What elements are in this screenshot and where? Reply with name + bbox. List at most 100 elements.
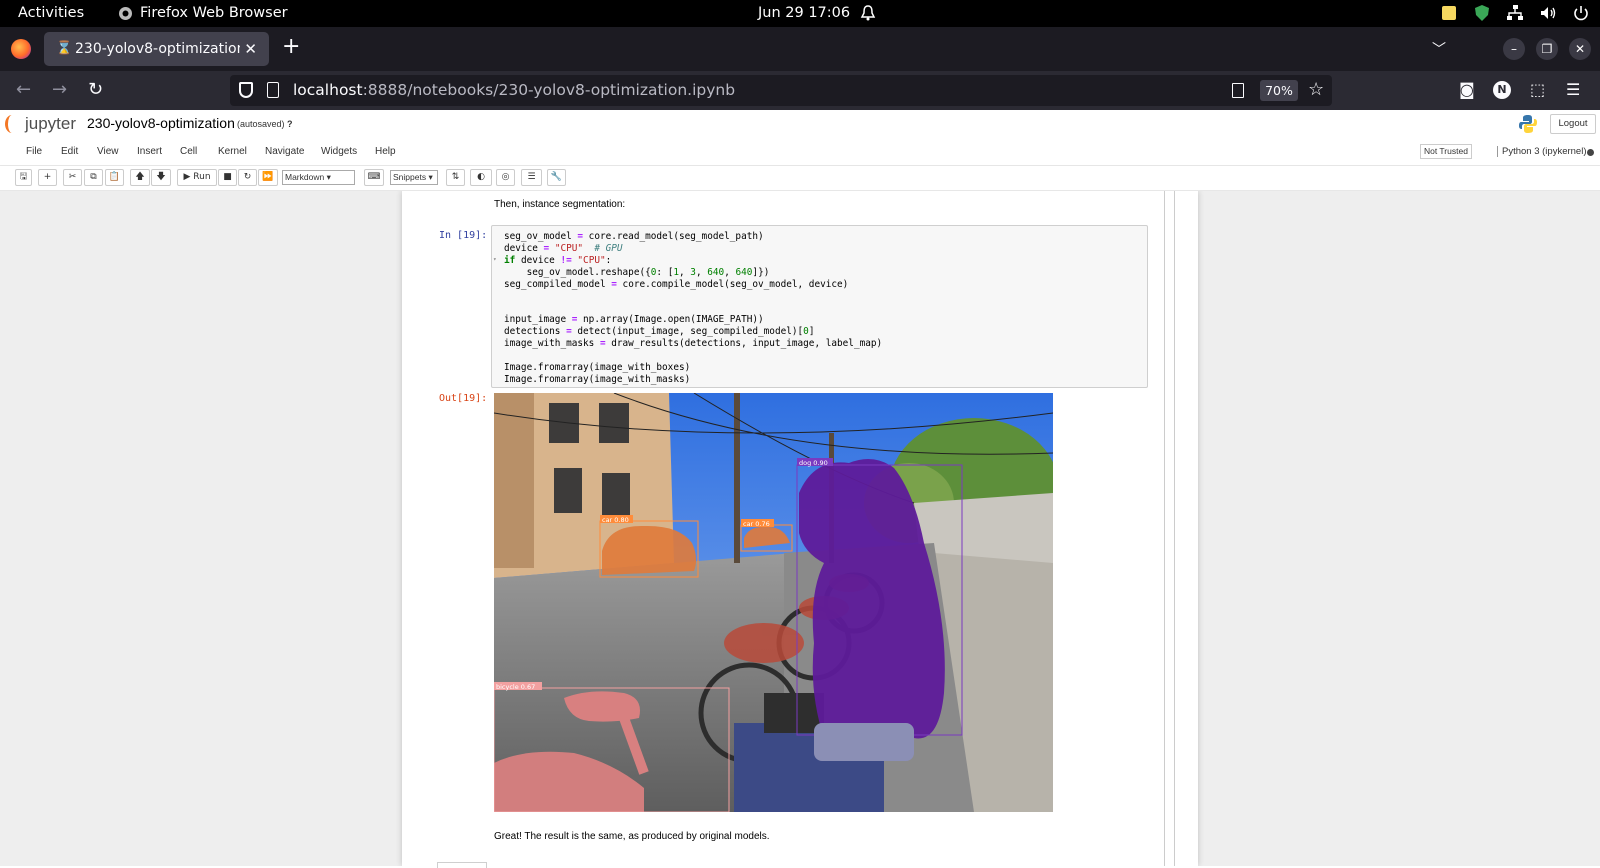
table-of-contents-icon[interactable]: ☰	[521, 169, 542, 186]
notification-bell-icon[interactable]	[860, 4, 876, 22]
app-menu[interactable]: Firefox Web Browser	[118, 5, 288, 21]
bookmark-star-icon[interactable]: ☆	[1308, 79, 1324, 100]
notebook-toolbar: 🖫 + ✂ ⧉ 📋 🡅 🡇 ▶ Run ■ ↻ ⏩ Markdown ▾ ⌨ S…	[0, 166, 1600, 191]
power-icon[interactable]	[1572, 4, 1590, 22]
notes-icon[interactable]	[1440, 4, 1458, 22]
paste-icon[interactable]: 📋	[105, 169, 124, 186]
command-palette-icon[interactable]: ⌨	[364, 169, 384, 186]
reader-view-icon[interactable]	[1232, 83, 1244, 98]
tracking-protection-icon[interactable]	[239, 82, 253, 98]
snippets-select[interactable]: Snippets ▾	[390, 170, 438, 185]
cell-type-select[interactable]: Markdown ▾	[282, 170, 355, 185]
interrupt-icon[interactable]: ■	[218, 169, 237, 186]
close-window-icon[interactable]: ✕	[1569, 38, 1591, 60]
url-bar[interactable]: localhost:8888/notebooks/230-yolov8-opti…	[230, 75, 1332, 106]
kernel-name[interactable]: Python 3 (ipykernel)	[1497, 146, 1586, 157]
cut-icon[interactable]: ✂	[63, 169, 82, 186]
menu-insert[interactable]: Insert	[137, 146, 162, 157]
tab-strip: ⌛ 230-yolov8-optimization ✕ + ﹀ – ❐ ✕	[0, 27, 1600, 71]
autosave-status: (autosaved) ?	[237, 119, 293, 129]
jupyter-wordmark: jupyter	[25, 114, 77, 133]
activities-button[interactable]: Activities	[18, 5, 84, 21]
output-prompt: Out[19]:	[439, 393, 488, 404]
restore-window-icon[interactable]: ❐	[1536, 38, 1558, 60]
app-menu-hamburger-icon[interactable]: ☰	[1566, 80, 1580, 99]
network-icon[interactable]	[1506, 4, 1524, 22]
insert-cell-icon[interactable]: +	[38, 169, 57, 186]
hourglass-icon: ⌛	[56, 41, 73, 56]
restart-run-all-icon[interactable]: ⏩	[258, 169, 278, 186]
back-arrow-icon[interactable]: ←	[16, 81, 31, 99]
volume-icon[interactable]	[1539, 4, 1557, 22]
jupyter-header: jupyter 230-yolov8-optimization (autosav…	[0, 110, 1600, 138]
restart-icon[interactable]: ↻	[238, 169, 257, 186]
minimize-window-icon[interactable]: –	[1503, 38, 1525, 60]
page-info-icon[interactable]	[267, 82, 279, 98]
fold-marker-icon[interactable]: ▾	[493, 256, 497, 263]
code-cell-editor[interactable]: ▾ seg_ov_model = core.read_model(seg_mod…	[491, 225, 1148, 388]
forward-arrow-icon[interactable]: →	[52, 81, 67, 99]
jupyter-mark-icon	[5, 115, 19, 133]
tab-close-icon[interactable]: ✕	[244, 40, 257, 58]
new-tab-button[interactable]: +	[282, 36, 300, 58]
menu-navigate[interactable]: Navigate	[265, 146, 304, 157]
bicycle-label: bicycle 0.67	[496, 683, 535, 691]
system-tray	[1440, 4, 1590, 22]
jupyter-logo[interactable]: jupyter	[5, 114, 76, 134]
markdown-cell-text-2[interactable]: Great! The result is the same, as produc…	[494, 831, 770, 842]
url-path: :8888/notebooks/230-yolov8-optimization.…	[362, 81, 736, 99]
toggle-icon[interactable]: ◐	[470, 169, 492, 186]
ruler-line	[1174, 191, 1175, 866]
car-label-2: car 0.76	[743, 520, 770, 528]
cell-type-value: Markdown	[285, 172, 325, 182]
logout-button[interactable]: Logout	[1550, 114, 1596, 134]
tab-title: 230-yolov8-optimization	[75, 41, 240, 57]
ruler-line	[1164, 191, 1165, 866]
zoom-indicator[interactable]: 70%	[1260, 80, 1298, 101]
url-host: localhost	[293, 81, 363, 99]
pocket-icon[interactable]: ◙	[1459, 80, 1475, 99]
move-down-icon[interactable]: 🡇	[151, 169, 171, 186]
menu-cell[interactable]: Cell	[180, 146, 197, 157]
segmentation-output-image: car 0.80 car 0.76 dog 0.90 bicycle 0.67	[494, 393, 1053, 812]
shield-tray-icon[interactable]	[1473, 4, 1491, 22]
trust-indicator[interactable]: Not Trusted	[1420, 144, 1472, 159]
menu-kernel[interactable]: Kernel	[218, 146, 247, 157]
run-button[interactable]: ▶ Run	[177, 169, 217, 186]
browser-tab[interactable]: ⌛ 230-yolov8-optimization ✕	[44, 32, 269, 66]
markdown-cell-text[interactable]: Then, instance segmentation:	[494, 199, 625, 210]
kernel-status-indicator	[1587, 149, 1594, 156]
sort-icon[interactable]: ⇅	[446, 169, 465, 186]
firefox-icon	[119, 6, 132, 20]
dog-label: dog 0.90	[799, 459, 828, 467]
firefox-view-icon[interactable]	[11, 39, 31, 59]
autosave-help[interactable]: ?	[287, 119, 293, 129]
app-name: Firefox Web Browser	[140, 5, 288, 21]
menu-widgets[interactable]: Widgets	[321, 146, 357, 157]
navigation-bar: ← → ↻ localhost:8888/notebooks/230-yolov…	[0, 71, 1600, 110]
clock[interactable]: Jun 29 17:06	[758, 5, 850, 21]
next-cell[interactable]	[437, 862, 487, 868]
car-label-1: car 0.80	[602, 516, 629, 524]
menu-view[interactable]: View	[97, 146, 119, 157]
extensions-icon[interactable]: ⬚	[1530, 80, 1545, 99]
python-logo-icon	[1519, 115, 1537, 133]
jupyter-menubar: File Edit View Insert Cell Kernel Naviga…	[0, 138, 1600, 166]
move-up-icon[interactable]: 🡅	[130, 169, 150, 186]
url-text[interactable]: localhost:8888/notebooks/230-yolov8-opti…	[293, 81, 735, 99]
notebook-name[interactable]: 230-yolov8-optimization	[87, 115, 235, 131]
reload-icon[interactable]: ↻	[88, 81, 103, 99]
wrench-icon[interactable]: 🔧	[547, 169, 566, 186]
input-prompt: In [19]:	[439, 230, 488, 241]
menu-edit[interactable]: Edit	[61, 146, 78, 157]
run-label: Run	[193, 172, 211, 182]
list-tabs-chevron-icon[interactable]: ﹀	[1432, 39, 1446, 59]
target-icon[interactable]: ◎	[496, 169, 515, 186]
menu-help[interactable]: Help	[375, 146, 396, 157]
save-icon[interactable]: 🖫	[15, 169, 32, 186]
system-top-bar: Activities Firefox Web Browser Jun 29 17…	[0, 0, 1600, 27]
autosave-text: (autosaved)	[237, 119, 285, 129]
menu-file[interactable]: File	[26, 146, 42, 157]
account-avatar[interactable]: N	[1493, 81, 1511, 99]
copy-icon[interactable]: ⧉	[84, 169, 103, 186]
